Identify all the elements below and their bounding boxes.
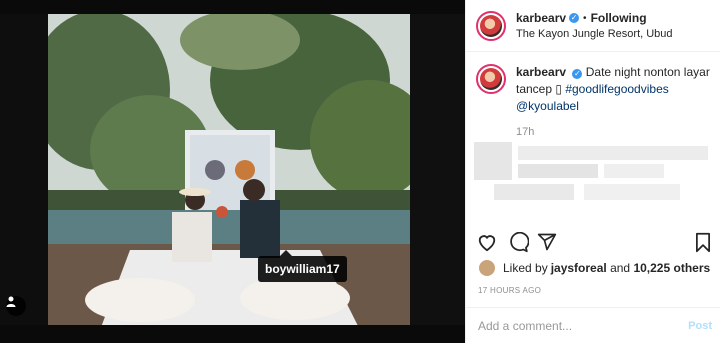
hashtag-link[interactable]: #goodlifegoodvibes xyxy=(565,82,668,96)
user-tag-icon[interactable] xyxy=(6,296,26,316)
caption-time-ago: 17h xyxy=(516,126,535,138)
post-timestamp: 17 HOURS AGO xyxy=(478,286,542,295)
comment-bar: Post xyxy=(466,307,720,343)
separator-dot: • xyxy=(583,12,587,24)
tagged-user-badge[interactable]: boywilliam17 xyxy=(258,250,347,282)
comment-icon[interactable] xyxy=(508,231,530,258)
tagged-username: boywilliam17 xyxy=(265,262,340,276)
heart-icon[interactable] xyxy=(476,232,498,257)
likes-others-link[interactable]: 10,225 others xyxy=(633,261,710,275)
caption-emoji: ▯ xyxy=(555,82,562,96)
liker-username[interactable]: jaysforeal xyxy=(551,261,607,275)
mention-link[interactable]: @kyoulabel xyxy=(516,99,579,113)
post-header: karbearv ✓ • Following The Kayon Jungle … xyxy=(466,0,720,52)
avatar[interactable] xyxy=(476,10,506,41)
post-photo[interactable]: boywilliam17 xyxy=(0,0,465,343)
share-icon[interactable] xyxy=(537,232,557,257)
likes-connector: and xyxy=(606,261,634,275)
bookmark-icon[interactable] xyxy=(694,232,712,258)
location-link[interactable]: The Kayon Jungle Resort, Ubud xyxy=(516,28,673,40)
liker-avatar[interactable] xyxy=(479,260,495,276)
likes-prefix: Liked by xyxy=(503,261,548,275)
caption-avatar[interactable] xyxy=(476,64,506,94)
post-side-panel: karbearv ✓ • Following The Kayon Jungle … xyxy=(465,0,720,343)
instagram-post: boywilliam17 karbearv ✓ • Following The … xyxy=(0,0,720,343)
verified-badge-icon: ✓ xyxy=(569,13,580,23)
action-bar xyxy=(476,231,712,258)
author-username[interactable]: karbearv xyxy=(516,11,566,25)
comment-input[interactable] xyxy=(476,317,670,334)
blurred-comment-area xyxy=(474,142,712,204)
likes-summary: Liked by jaysforeal and 10,225 others xyxy=(479,260,710,276)
caption: karbearv ✓ Date night nonton layar tance… xyxy=(476,64,714,141)
caption-username[interactable]: karbearv xyxy=(516,65,566,79)
photo-scene xyxy=(0,0,465,343)
post-button[interactable]: Post xyxy=(688,320,712,332)
following-button[interactable]: Following xyxy=(591,11,647,25)
verified-badge-icon: ✓ xyxy=(572,69,583,79)
